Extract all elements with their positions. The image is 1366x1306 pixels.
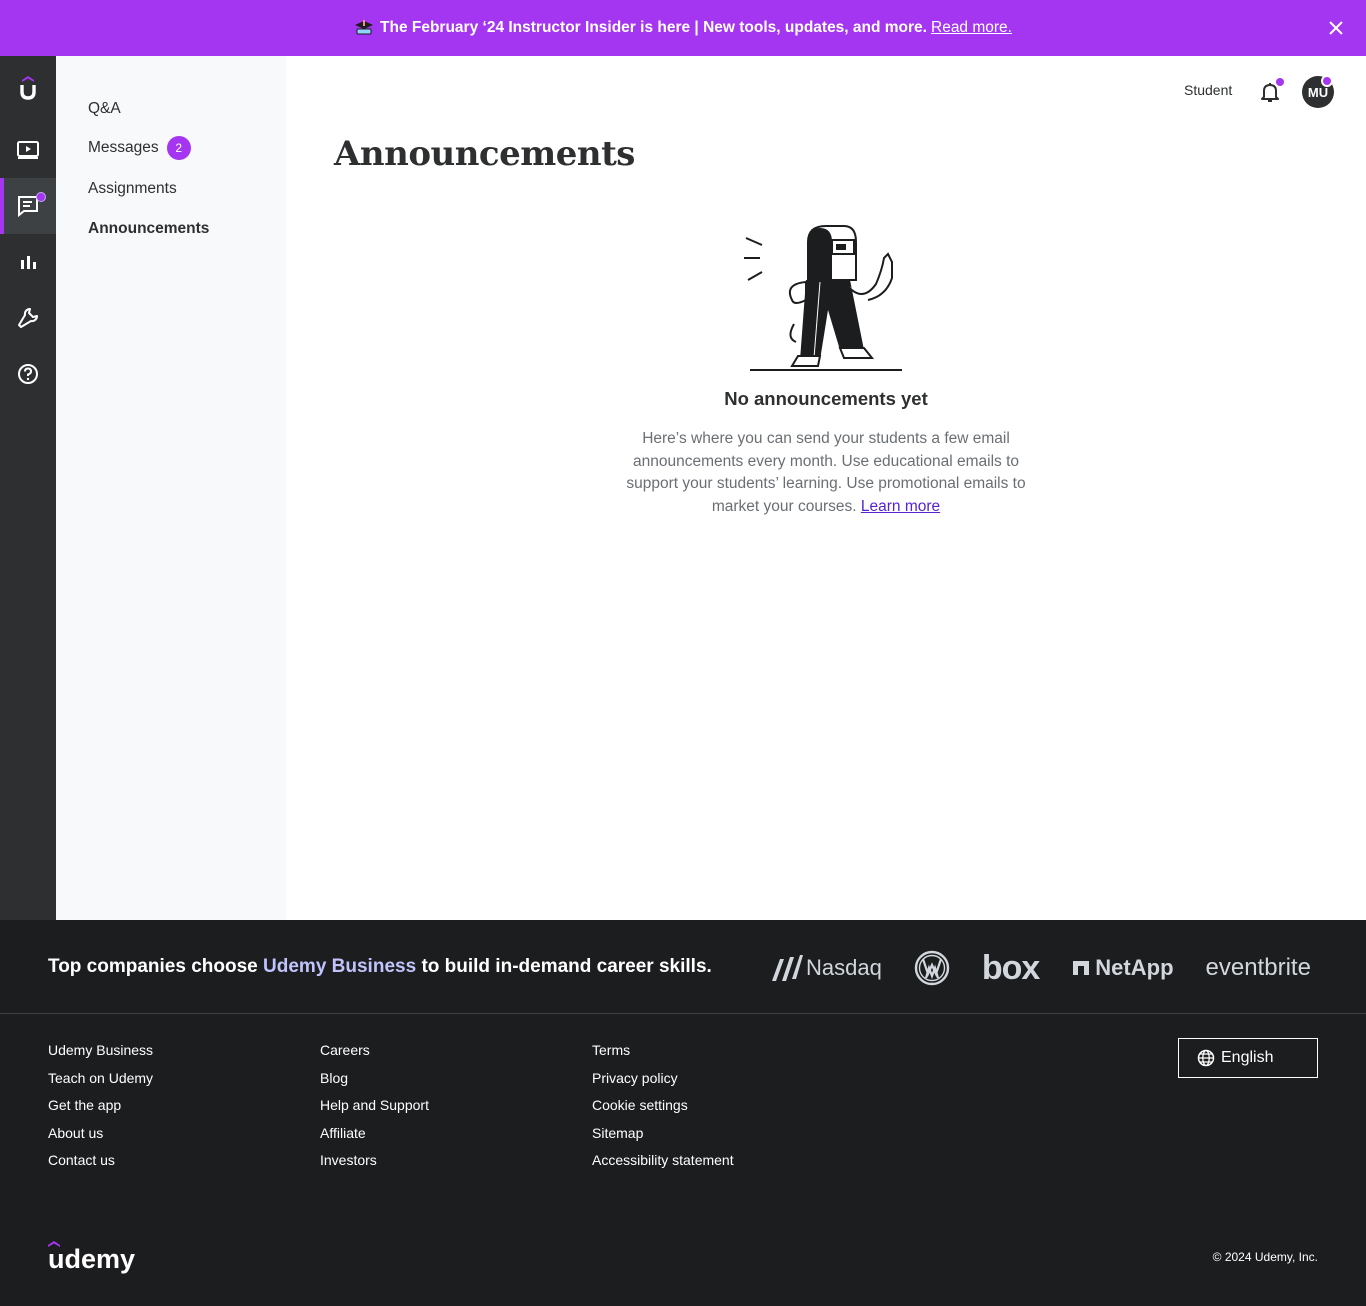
footer-link[interactable]: Affiliate [320, 1125, 429, 1153]
banner-text: The February ‘24 Instructor Insider is h… [380, 19, 927, 36]
page-title: Announcements [334, 134, 635, 174]
footer-link[interactable]: Get the app [48, 1097, 153, 1125]
empty-state-description: Here’s where you can send your students … [606, 428, 1046, 518]
footer-link[interactable]: Udemy Business [48, 1042, 153, 1070]
notification-dot [1274, 76, 1286, 88]
logo-text: Nasdaq [806, 955, 882, 980]
close-icon[interactable] [1326, 18, 1346, 38]
udemy-business-link[interactable]: Udemy Business [263, 956, 416, 977]
footer-link[interactable]: Sitemap [592, 1125, 734, 1153]
udemy-logo-icon[interactable] [0, 60, 56, 116]
netapp-logo: NetApp [1071, 955, 1174, 981]
communication-chat-icon[interactable] [0, 178, 56, 234]
footer-link[interactable]: Accessibility statement [592, 1152, 734, 1180]
logo-text: eventbrite [1205, 954, 1311, 981]
footer: Top companies choose Udemy Business to b… [0, 920, 1366, 1306]
volkswagen-logo [914, 950, 950, 986]
subnav-item-qa[interactable]: Q&A [88, 100, 121, 118]
subnav-item-assignments[interactable]: Assignments [88, 180, 177, 198]
footer-links-column: Udemy Business Teach on Udemy Get the ap… [48, 1042, 153, 1180]
footer-business-strip: Top companies choose Udemy Business to b… [0, 920, 1366, 1014]
subnav-item-label: Announcements [88, 220, 210, 237]
student-view-link[interactable]: Student [1184, 82, 1232, 98]
box-logo: box [981, 948, 1040, 988]
subnav-item-announcements[interactable]: Announcements [88, 220, 209, 238]
tools-wrench-icon[interactable] [0, 290, 56, 346]
subnav-item-label: Assignments [88, 180, 177, 197]
learn-more-link[interactable]: Learn more [861, 498, 940, 515]
banner-read-more-link[interactable]: Read more. [931, 19, 1012, 37]
notification-dot [1321, 75, 1333, 87]
footer-link[interactable]: Terms [592, 1042, 734, 1070]
footer-links-column: Careers Blog Help and Support Affiliate … [320, 1042, 429, 1180]
logo-text: box [981, 948, 1040, 987]
subnav-item-label: Messages [88, 139, 159, 156]
language-label: English [1221, 1049, 1274, 1066]
notification-dot [36, 192, 46, 202]
footer-link[interactable]: Contact us [48, 1152, 153, 1180]
empty-state-text: Here’s where you can send your students … [626, 430, 1026, 515]
footer-link[interactable]: Careers [320, 1042, 429, 1070]
tagline-text: to build in-demand career skills. [421, 956, 712, 977]
nasdaq-logo: Nasdaq [770, 953, 882, 983]
logo-text: NetApp [1095, 955, 1174, 980]
footer-link[interactable]: About us [48, 1125, 153, 1153]
partner-logos: Nasdaq box NetApp eventbrite [770, 946, 1311, 990]
footer-links-column: Terms Privacy policy Cookie settings Sit… [592, 1042, 734, 1180]
footer-link[interactable]: Cookie settings [592, 1097, 734, 1125]
tagline-text: Top companies choose [48, 956, 258, 977]
graduation-cap-icon [354, 20, 374, 36]
announcement-banner: The February ‘24 Instructor Insider is h… [0, 0, 1366, 56]
footer-link[interactable]: Privacy policy [592, 1070, 734, 1098]
communication-subnav: Q&A Messages 2 Assignments Announcements [56, 56, 286, 920]
globe-icon [1197, 1049, 1215, 1067]
performance-chart-icon[interactable] [0, 234, 56, 290]
mailbox-character-illustration [744, 225, 902, 371]
subnav-item-label: Q&A [88, 100, 121, 117]
brand-wordmark: udemy [48, 1244, 135, 1274]
instructor-sidebar [0, 56, 56, 920]
footer-link[interactable]: Teach on Udemy [48, 1070, 153, 1098]
messages-count-badge: 2 [166, 136, 191, 160]
copyright-text: © 2024 Udemy, Inc. [1212, 1250, 1318, 1264]
courses-video-icon[interactable] [0, 122, 56, 178]
eventbrite-logo: eventbrite [1206, 954, 1311, 982]
footer-link[interactable]: Blog [320, 1070, 429, 1098]
language-selector-button[interactable]: English [1178, 1038, 1318, 1078]
help-question-icon[interactable] [0, 346, 56, 402]
empty-state-title: No announcements yet [724, 388, 928, 409]
subnav-item-messages[interactable]: Messages 2 [88, 136, 191, 160]
footer-link[interactable]: Investors [320, 1152, 429, 1180]
footer-tagline: Top companies choose Udemy Business to b… [48, 956, 712, 978]
udemy-brand-logo[interactable]: udemy [48, 1240, 140, 1281]
footer-link[interactable]: Help and Support [320, 1097, 429, 1125]
